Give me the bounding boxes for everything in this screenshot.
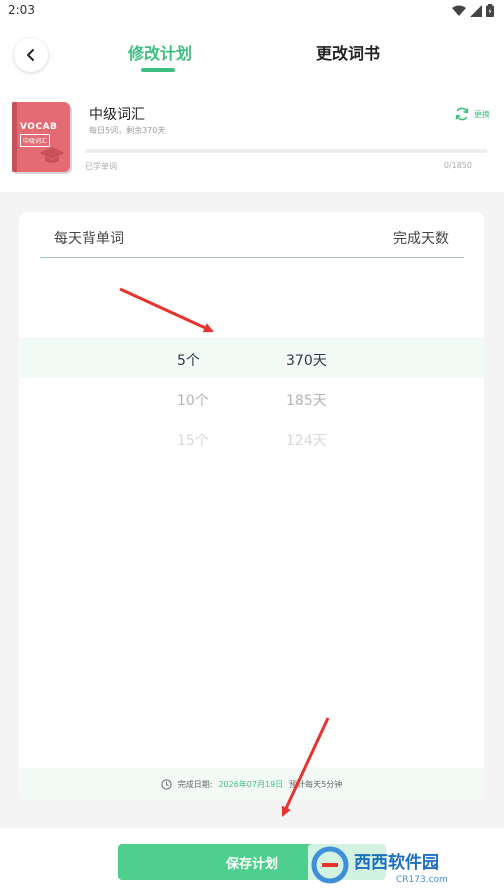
book-name: 中级词汇 (89, 107, 145, 123)
header-divider (40, 257, 464, 258)
column-header-daily-words: 每天背单词 (54, 231, 124, 247)
picker-days-option[interactable]: 370天 (286, 350, 327, 370)
clock-icon (161, 778, 172, 790)
completion-date-label: 完成日期: (177, 779, 213, 789)
completion-date: 2026年07月19日 (218, 779, 284, 789)
cover-title: VOCAB (20, 122, 58, 132)
picker-selected-row[interactable] (19, 338, 484, 378)
book-card: VOCAB 中级词汇 中级词汇 每日5词，剩余370天 更换 已学单词 0/18… (0, 92, 504, 192)
picker-count-option[interactable]: 5个 (177, 350, 200, 370)
switch-book-label: 更换 (474, 109, 490, 119)
chevron-left-icon (27, 49, 34, 61)
learned-count: 0/1850 (443, 161, 472, 170)
book-meta: 每日5词，剩余370天 (89, 126, 166, 135)
switch-book-button[interactable]: 更换 (454, 106, 490, 122)
status-icons (452, 4, 494, 17)
daily-time-estimate: 预计每天5分钟 (289, 779, 343, 789)
learned-label: 已学单词 (85, 162, 117, 171)
book-cover: VOCAB 中级词汇 (12, 102, 70, 172)
svg-text:西西软件园: 西西软件园 (354, 852, 439, 873)
picker-days-option[interactable]: 124天 (286, 430, 327, 450)
back-button[interactable] (14, 38, 48, 72)
tab-modify-plan[interactable]: 修改计划 (128, 40, 192, 64)
header: 修改计划 更改词书 (0, 24, 504, 92)
refresh-icon (455, 107, 469, 121)
tab-active-indicator (141, 68, 175, 72)
learning-progress-bar (85, 149, 487, 153)
site-watermark-logo: 西西软件园 CR173.com (308, 844, 494, 886)
tab-change-book[interactable]: 更改词书 (316, 40, 380, 64)
battery-icon (486, 4, 494, 17)
svg-text:CR173.com: CR173.com (396, 875, 448, 885)
column-header-days: 完成天数 (393, 231, 449, 247)
plan-picker-card: 每天背单词 完成天数 5个 370天 10个 185天 15个 124天 完成日… (19, 212, 484, 800)
status-time: 2:03 (8, 3, 35, 17)
wifi-icon (452, 5, 466, 16)
signal-icon (470, 4, 482, 17)
graduation-cap-icon (39, 147, 65, 163)
status-bar: 2:03 (0, 0, 504, 24)
completion-info: 完成日期: 2026年07月19日 预计每天5分钟 (19, 768, 484, 800)
picker-count-option[interactable]: 10个 (177, 390, 209, 410)
picker-days-option[interactable]: 185天 (286, 390, 327, 410)
cover-spine (12, 102, 17, 172)
picker-count-option[interactable]: 15个 (177, 430, 209, 450)
